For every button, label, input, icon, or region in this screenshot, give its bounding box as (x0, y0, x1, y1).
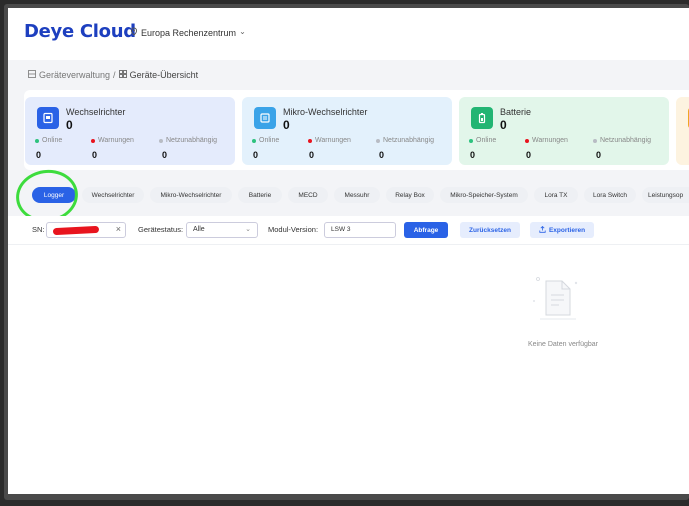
card-batterie[interactable]: Batterie 0 Online Warnungen Netzunabhäng… (459, 97, 669, 165)
export-button[interactable]: Exportieren (530, 222, 594, 238)
tab-wechselrichter[interactable]: Wechselrichter (82, 187, 144, 203)
breadcrumb-current: Geräte-Übersicht (129, 70, 199, 80)
top-bar: Deye Cloud Europa Rechenzentrum ⌄ (8, 8, 689, 60)
stat-warnings: Warnungen (308, 137, 351, 144)
status-select[interactable]: Alle ⌄ (186, 222, 258, 238)
stat-offgrid-value: 0 (162, 150, 168, 160)
device-type-tabs: Logger Wechselrichter Mikro-Wechselricht… (8, 184, 689, 206)
card-title: Mikro-Wechselrichter (283, 107, 368, 117)
stat-offgrid-value: 0 (596, 150, 602, 160)
modul-version-input[interactable]: LSW 3 (324, 222, 396, 238)
query-button[interactable]: Abfrage (404, 222, 448, 238)
breadcrumb-separator: / (113, 70, 116, 80)
card-title: Wechselrichter (66, 107, 126, 117)
app-page: Deye Cloud Europa Rechenzentrum ⌄ Geräte… (8, 8, 689, 494)
stat-online: Online (35, 137, 62, 144)
location-pin-icon (130, 27, 138, 38)
stat-warnings-value: 0 (92, 150, 98, 160)
stat-online-value: 0 (253, 150, 259, 160)
stat-offgrid: Netzunabhängig (376, 137, 434, 144)
card-wechselrichter[interactable]: Wechselrichter 0 Online Warnungen Netzun… (25, 97, 235, 165)
breadcrumb: Geräteverwaltung / Geräte-Übersicht (28, 70, 198, 80)
stat-online: Online (469, 137, 496, 144)
breadcrumb-root[interactable]: Geräteverwaltung (39, 70, 110, 80)
summary-cards: Wechselrichter 0 Online Warnungen Netzun… (24, 90, 689, 170)
inverter-icon (37, 107, 59, 129)
stat-offgrid: Netzunabhängig (159, 137, 217, 144)
tab-mikro-speicher-system[interactable]: Mikro-Speicher-System (440, 187, 528, 203)
status-label: Gerätestatus: (138, 225, 184, 234)
reset-button[interactable]: Zurücksetzen (460, 222, 520, 238)
stat-online-value: 0 (36, 150, 42, 160)
battery-icon (471, 107, 493, 129)
tab-relay-box[interactable]: Relay Box (386, 187, 434, 203)
card-count: 0 (66, 118, 73, 132)
stat-offgrid-value: 0 (379, 150, 385, 160)
filter-bar: SN: × Gerätestatus: Alle ⌄ Modul-Version… (8, 216, 689, 244)
card-title: Batterie (500, 107, 532, 117)
redacted-scribble (52, 225, 100, 236)
sn-input[interactable]: × (46, 222, 126, 238)
tab-lora-switch[interactable]: Lora Switch (584, 187, 636, 203)
stat-online: Online (252, 137, 279, 144)
tab-mikro-wechselrichter[interactable]: Mikro-Wechselrichter (150, 187, 232, 203)
tab-batterie[interactable]: Batterie (238, 187, 282, 203)
sn-label: SN: (32, 225, 45, 234)
micro-inverter-icon (254, 107, 276, 129)
stat-warnings-value: 0 (309, 150, 315, 160)
chevron-down-icon: ⌄ (239, 26, 246, 36)
card-count: 0 (283, 118, 290, 132)
stat-warnings-value: 0 (526, 150, 532, 160)
close-icon[interactable]: × (116, 224, 121, 234)
export-label: Exportieren (548, 226, 586, 234)
card-mikro-wechselrichter[interactable]: Mikro-Wechselrichter 0 Online Warnungen … (242, 97, 452, 165)
tab-lora-tx[interactable]: Lora TX (534, 187, 578, 203)
status-value: Alle (193, 226, 205, 233)
datacenter-selector[interactable]: Europa Rechenzentrum ⌄ (130, 27, 246, 38)
stat-offgrid: Netzunabhängig (593, 137, 651, 144)
grid-icon (28, 70, 36, 80)
grid-icon (118, 70, 127, 80)
card-partial[interactable] (676, 97, 689, 165)
export-icon (539, 225, 546, 235)
tab-leistungsoptimierer[interactable]: Leistungsop (642, 187, 689, 203)
empty-state-text: Keine Daten verfügbar (527, 341, 599, 348)
stat-warnings: Warnungen (525, 137, 568, 144)
app-logo[interactable]: Deye Cloud (24, 21, 136, 42)
modul-version-label: Modul-Version: (268, 225, 319, 234)
chevron-down-icon: ⌄ (245, 226, 251, 233)
datacenter-label: Europa Rechenzentrum (141, 27, 237, 38)
stat-online-value: 0 (470, 150, 476, 160)
modul-version-value: LSW 3 (331, 226, 351, 233)
card-count: 0 (500, 118, 507, 132)
results-area: Keine Daten verfügbar (8, 244, 689, 494)
empty-document-icon (528, 271, 584, 327)
stat-warnings: Warnungen (91, 137, 134, 144)
tab-messuhr[interactable]: Messuhr (334, 187, 380, 203)
tab-mecd[interactable]: MECD (288, 187, 328, 203)
